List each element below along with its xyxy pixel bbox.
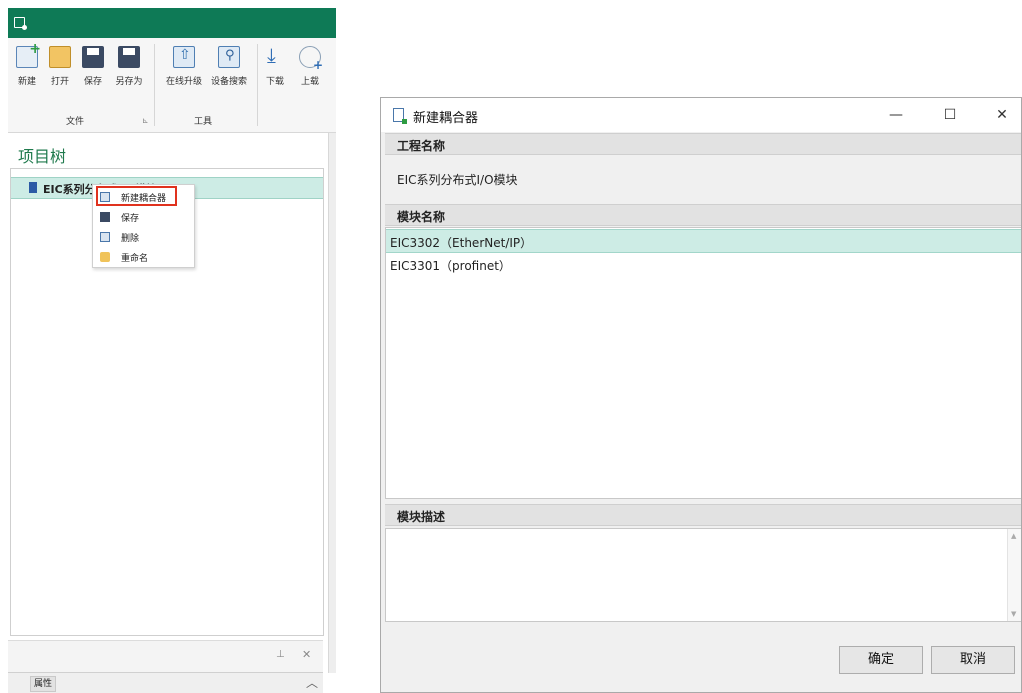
- properties-tab-row: 属性 ︿: [8, 672, 323, 693]
- ribbon-divider: [257, 44, 258, 126]
- save-button-label: 保存: [83, 77, 102, 87]
- module-desc-header: 模块描述: [385, 504, 1021, 526]
- panel-splitter[interactable]: [328, 133, 336, 673]
- menu-item-label: 保存: [121, 214, 140, 224]
- upload-button[interactable]: 上载: [295, 46, 325, 87]
- list-item-eic3302[interactable]: EIC3302（EtherNet/IP）: [386, 229, 1021, 253]
- app-logo-icon: [14, 17, 27, 30]
- module-desc-label: 模块描述: [397, 510, 446, 524]
- save-as-button[interactable]: 另存为: [114, 46, 144, 87]
- new-button[interactable]: 新建: [12, 41, 42, 87]
- tools-group-label: 工具: [194, 117, 213, 127]
- cancel-button[interactable]: 取消: [931, 646, 1015, 674]
- file-group-label: 文件: [66, 117, 85, 127]
- pin-icon[interactable]: ⊥: [276, 649, 285, 660]
- device-search-icon: [218, 46, 240, 68]
- list-item-label: EIC3301（profinet）: [390, 259, 511, 273]
- delete-icon: [100, 232, 110, 242]
- save-button[interactable]: 保存: [78, 46, 108, 87]
- scroll-down-icon[interactable]: ▼: [1011, 610, 1016, 618]
- device-search-label: 设备搜索: [210, 77, 247, 87]
- module-name-header: 模块名称: [385, 204, 1021, 226]
- ok-button[interactable]: 确定: [839, 646, 923, 674]
- open-button[interactable]: 打开: [45, 46, 75, 87]
- new-coupler-icon: [393, 108, 407, 124]
- project-name-header: 工程名称: [385, 133, 1021, 155]
- new-button-label: 新建: [17, 77, 36, 87]
- online-upgrade-button[interactable]: 在线升级: [164, 46, 204, 87]
- close-icon[interactable]: ✕: [302, 648, 311, 661]
- device-search-button[interactable]: 设备搜索: [209, 46, 249, 87]
- project-name-value: EIC系列分布式I/O模块: [397, 173, 518, 187]
- menu-item-delete[interactable]: 删除: [93, 227, 194, 247]
- minimize-button[interactable]: —: [885, 104, 907, 126]
- save-icon: [100, 212, 110, 222]
- menu-item-label: 重命名: [121, 254, 149, 264]
- download-icon: [264, 43, 286, 68]
- upload-globe-icon: [299, 46, 323, 72]
- save-as-button-label: 另存为: [115, 77, 143, 87]
- ribbon-toolbar: 新建 打开 保存 另存为 文件 ⊾ 在线升级 设备搜索 工具 下载: [8, 38, 336, 133]
- rename-icon: [100, 252, 110, 262]
- desc-scrollbar[interactable]: ▲ ▼: [1007, 529, 1021, 621]
- menu-item-label: 删除: [121, 234, 140, 244]
- folder-open-icon: [49, 46, 71, 68]
- menu-item-save[interactable]: 保存: [93, 207, 194, 227]
- download-label: 下载: [265, 77, 284, 87]
- save-icon: [82, 46, 104, 68]
- open-button-label: 打开: [50, 77, 69, 87]
- chevron-up-icon[interactable]: ︿: [306, 674, 318, 691]
- download-button[interactable]: 下载: [260, 43, 290, 87]
- online-upgrade-label: 在线升级: [165, 77, 202, 87]
- upload-label: 上载: [300, 77, 319, 87]
- menu-item-rename[interactable]: 重命名: [93, 247, 194, 267]
- list-item-eic3301[interactable]: EIC3301（profinet）: [386, 253, 1021, 277]
- module-desc-textarea[interactable]: ▲ ▼: [385, 528, 1021, 622]
- new-coupler-dialog: 新建耦合器 — ☐ ✕ 工程名称 EIC系列分布式I/O模块 模块名称 EIC3…: [380, 97, 1022, 693]
- ribbon-divider: [154, 44, 155, 126]
- project-name-label: 工程名称: [397, 139, 446, 153]
- dialog-titlebar: 新建耦合器 — ☐ ✕: [381, 98, 1021, 132]
- dialog-title: 新建耦合器: [413, 111, 479, 126]
- project-book-icon: [29, 182, 37, 193]
- context-menu: 新建耦合器 保存 删除 重命名: [92, 184, 195, 268]
- project-tree-header: 项目树: [8, 133, 323, 169]
- scroll-up-icon[interactable]: ▲: [1011, 532, 1016, 540]
- upgrade-icon: [173, 46, 195, 68]
- project-tree-title: 项目树: [18, 147, 67, 166]
- close-button[interactable]: ✕: [991, 104, 1013, 126]
- app-titlebar: [8, 8, 336, 38]
- group-launcher-icon[interactable]: ⊾: [142, 116, 149, 125]
- highlight-box: [96, 186, 177, 206]
- properties-panel-header: ⊥ ✕: [8, 640, 323, 673]
- maximize-button[interactable]: ☐: [939, 104, 961, 126]
- list-item-label: EIC3302（EtherNet/IP）: [390, 236, 533, 250]
- tab-properties[interactable]: 属性: [30, 676, 57, 692]
- module-name-label: 模块名称: [397, 210, 446, 224]
- new-file-icon: [16, 41, 41, 68]
- module-list: EIC3302（EtherNet/IP） EIC3301（profinet）: [385, 227, 1021, 499]
- main-app-window: 新建 打开 保存 另存为 文件 ⊾ 在线升级 设备搜索 工具 下载: [8, 8, 336, 693]
- save-as-icon: [118, 46, 140, 68]
